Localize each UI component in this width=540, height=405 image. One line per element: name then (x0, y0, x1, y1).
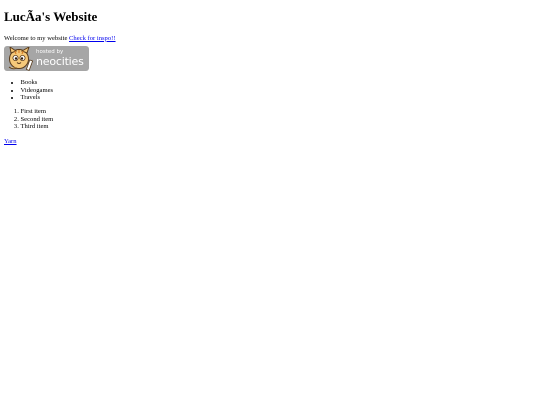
page: LucÃ­a's Website Welcome to my website C… (0, 9, 540, 145)
list-item: Second item (21, 116, 537, 123)
numbered-list: First item Second item Third item (4, 108, 536, 130)
yarn-link[interactable]: Yarn (4, 138, 536, 146)
neocities-badge[interactable]: hosted by neocities (4, 46, 89, 72)
page-title: LucÃ­a's Website (4, 9, 98, 24)
welcome-line: Welcome to my website Check for inspo!! (4, 35, 536, 43)
list-item: Third item (21, 123, 537, 130)
list-item: First item (21, 108, 537, 115)
list-item: Videogames (21, 87, 537, 94)
badge-brand-text: neocities (36, 55, 84, 69)
list-item: Travels (21, 94, 537, 101)
list-item: Books (21, 79, 537, 86)
inspo-link[interactable]: Check for inspo!! (69, 35, 116, 42)
interests-list: Books Videogames Travels (4, 79, 536, 101)
welcome-text: Welcome to my website (4, 34, 68, 42)
neocities-cat-icon (8, 47, 34, 72)
